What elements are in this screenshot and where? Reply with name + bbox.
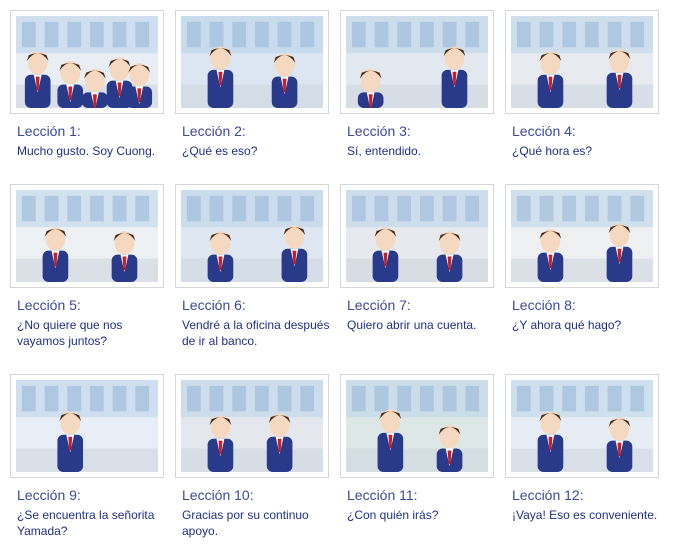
lesson-title[interactable]: Lección 4: [512, 123, 576, 139]
lesson-title[interactable]: Lección 11: [347, 487, 418, 503]
lesson-subtitle[interactable]: ¿Se encuentra la señorita Yamada? [17, 507, 167, 539]
lesson-title[interactable]: Lección 6: [182, 297, 246, 313]
lesson-thumbnail[interactable] [10, 184, 164, 288]
lesson-thumbnail[interactable] [175, 184, 329, 288]
lesson-subtitle[interactable]: Mucho gusto. Soy Cuong. [17, 143, 167, 159]
lesson-title[interactable]: Lección 8: [512, 297, 576, 313]
lesson-title[interactable]: Lección 12: [512, 487, 584, 503]
lesson-title[interactable]: Lección 10: [182, 487, 254, 503]
lesson-thumbnail[interactable] [505, 374, 659, 478]
lesson-subtitle[interactable]: ¿Qué es eso? [182, 143, 332, 159]
lesson-title[interactable]: Lección 7: [347, 297, 411, 313]
lesson-subtitle[interactable]: Quiero abrir una cuenta. [347, 317, 497, 333]
lesson-title[interactable]: Lección 2: [182, 123, 246, 139]
lesson-subtitle[interactable]: ¿Y ahora qué hago? [512, 317, 662, 333]
lesson-subtitle[interactable]: Vendré a la oficina después de ir al ban… [182, 317, 332, 349]
lesson-subtitle[interactable]: Gracias por su continuo apoyo. [182, 507, 332, 539]
lesson-grid: Lección 1: Mucho gusto. Soy Cuong. Lección… [0, 0, 673, 545]
lesson-thumbnail[interactable] [505, 184, 659, 288]
lesson-thumbnail[interactable] [10, 374, 164, 478]
lesson-subtitle[interactable]: ¿Con quién irás? [347, 507, 497, 523]
lesson-title[interactable]: Lección 3: [347, 123, 411, 139]
lesson-thumbnail[interactable] [340, 184, 494, 288]
lesson-subtitle[interactable]: Sí, entendido. [347, 143, 497, 159]
lesson-thumbnail[interactable] [175, 10, 329, 114]
lesson-thumbnail[interactable] [505, 10, 659, 114]
lesson-thumbnail[interactable] [340, 10, 494, 114]
lesson-thumbnail[interactable] [10, 10, 164, 114]
lesson-title[interactable]: Lección 1: [17, 123, 81, 139]
lesson-thumbnail[interactable] [175, 374, 329, 478]
lesson-subtitle[interactable]: ¿Qué hora es? [512, 143, 662, 159]
lesson-title[interactable]: Lección 5: [17, 297, 81, 313]
lesson-subtitle[interactable]: ¿No quiere que nos vayamos juntos? [17, 317, 167, 349]
lesson-thumbnail[interactable] [340, 374, 494, 478]
lesson-title[interactable]: Lección 9: [17, 487, 81, 503]
lesson-subtitle[interactable]: ¡Vaya! Eso es conveniente. [512, 507, 662, 523]
